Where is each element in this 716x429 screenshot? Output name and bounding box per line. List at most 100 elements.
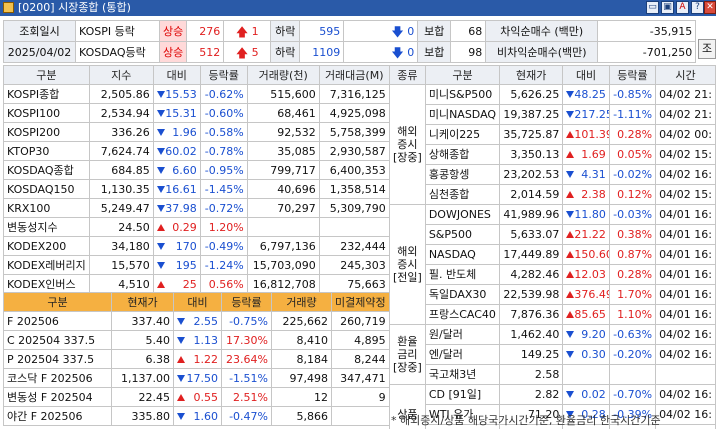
column-header[interactable]: 현재가	[111, 292, 174, 312]
table-row[interactable]: KOSDAQ150 1,130.35 16.61 -1.45% 40,696 1,358,…	[3, 179, 390, 199]
table-row[interactable]: 필. 반도체 4,282.46 12.03 0.28% 04/01 16:	[390, 264, 716, 285]
column-header[interactable]: 미결제약정	[331, 292, 390, 312]
column-header[interactable]: 등락률	[221, 292, 272, 312]
arrow-down-icon: 🡇	[391, 45, 404, 60]
table-row[interactable]: 심천종합 2,014.59 2.38 0.12% 04/02 15:	[390, 184, 716, 205]
column-header[interactable]: 지수	[88, 65, 154, 85]
table-row[interactable]: 변동성지수 24.50 0.29 1.20%	[3, 217, 390, 237]
table-row[interactable]: KOSPI100 2,534.94 15.31 -0.60% 68,461 4,925,0…	[3, 103, 390, 123]
contract-rate: 17.30%	[221, 330, 272, 350]
table-row[interactable]: 상해종합 3,350.13 1.69 0.05% 04/02 15:	[390, 144, 716, 165]
index-value: 24.50	[88, 217, 154, 237]
table-row[interactable]: P 202504 337.5 6.38 1.22 23.64% 8,184 8,244	[3, 349, 390, 369]
market-price: 5,626.25	[499, 84, 564, 105]
table-row[interactable]: 프랑스CAC40 7,876.36 85.65 1.10% 04/01 16:	[390, 304, 716, 325]
table-row[interactable]: KRX100 5,249.47 37.98 -0.72% 70,297 5,309,790	[3, 198, 390, 218]
index-value: 1,130.35	[88, 179, 154, 199]
table-row[interactable]: 변동성 F 202504 22.45 0.55 2.51% 12 9	[3, 387, 390, 407]
table-row[interactable]: 미니NASDAQ 19,387.25 217.25 -1.11% 04/02 21:	[390, 104, 716, 125]
table-row[interactable]: KOSPI200 336.26 1.96 -0.58% 92,532 5,758,399	[3, 122, 390, 142]
table-row[interactable]: KOSDAQ종합 684.85 6.60 -0.95% 799,717 6,400,353	[3, 160, 390, 180]
index-change-value: 1.96	[172, 125, 197, 139]
index-amount: 5,758,399	[318, 122, 390, 142]
table-row[interactable]: NASDAQ 17,449.89 150.60 0.87% 04/01 16:	[390, 244, 716, 265]
index-rate: -0.62%	[199, 84, 248, 104]
arbitrage-value: -35,915	[597, 20, 697, 42]
footnote: * 해외증시/상품 해당국가시간기준, 환율금리 한국시간기준	[391, 414, 661, 427]
market-price: 22,539.98	[499, 284, 564, 305]
alert-icon[interactable]: A	[676, 1, 689, 14]
triangle-down-icon	[177, 317, 185, 325]
arbitrage-label: 차익순매수 (백만)	[485, 20, 599, 42]
non-arbitrage-label: 비차익순매수(백만)	[485, 41, 599, 63]
up-count: 276	[186, 20, 225, 42]
triangle-up-icon	[156, 223, 165, 231]
market-change-value: 0.30	[581, 348, 606, 361]
market-change: 11.80	[562, 204, 610, 225]
column-header[interactable]: 구분	[3, 292, 112, 312]
close-icon[interactable]: ✕	[704, 1, 716, 14]
market-price: 19,387.25	[499, 104, 564, 125]
table-row[interactable]: KODEX인버스 4,510 25 0.56% 16,812,708 75,663	[3, 274, 390, 294]
column-header[interactable]: 구분	[424, 65, 501, 85]
column-header[interactable]: 등락률	[608, 65, 657, 85]
column-header[interactable]: 거래량	[271, 292, 332, 312]
table-row[interactable]: 홍콩항셍 23,202.53 4.31 -0.02% 04/02 16:	[390, 164, 716, 185]
column-header[interactable]: 종류	[389, 65, 426, 85]
derivatives-table: 구분 현재가 대비 등락률 거래량 미결제약정 F 202506 337.40 2.55 -0.…	[3, 292, 390, 426]
contract-change: 1.22	[173, 349, 222, 369]
window-icon[interactable]: ▣	[661, 1, 674, 14]
column-header[interactable]: 구분	[3, 65, 90, 85]
table-row[interactable]: C 202504 337.5 5.40 1.13 17.30% 8,410 4,895	[3, 330, 390, 350]
market-change: 2.38	[562, 184, 610, 205]
column-header[interactable]: 현재가	[499, 65, 564, 85]
table-row[interactable]: KODEX200 34,180 170 -0.49% 6,797,136 232,444	[3, 236, 390, 256]
restore-icon[interactable]: ▭	[646, 1, 659, 14]
group-label: 환율 금리 [장중]	[389, 324, 426, 385]
down-label: 하락	[270, 20, 301, 42]
index-change-value: 170	[175, 239, 197, 253]
table-row[interactable]: 상품 CD [91일] 2.82 0.02 -0.70% 04/02 16:	[389, 384, 716, 429]
index-rate: -0.60%	[199, 103, 248, 123]
index-volume: 15,703,090	[246, 255, 320, 275]
query-button[interactable]: 조회	[698, 39, 716, 59]
market-name: 엔/달러	[424, 344, 501, 365]
column-header[interactable]: 대비	[173, 292, 222, 312]
table-row[interactable]: KOSPI종합 2,505.86 15.53 -0.62% 515,600 7,316,1…	[3, 84, 390, 104]
table-row[interactable]: 엔/달러 149.25 0.30 -0.20% 04/02 16:	[390, 344, 716, 365]
help-icon[interactable]: ?	[691, 1, 704, 14]
contract-rate: 23.64%	[221, 349, 272, 369]
table-row[interactable]: 독일DAX30 22,539.98 376.49 1.70% 04/01 16:	[390, 284, 716, 305]
table-row[interactable]: 해외 증시 [장중] 미니S&P500 5,626.25 48.25 -0.85% 04/02…	[389, 84, 716, 205]
table-row[interactable]: KODEX레버리지 15,570 195 -1.24% 15,703,090 245,30…	[3, 255, 390, 275]
column-header[interactable]: 등락률	[199, 65, 248, 85]
table-row[interactable]: S&P500 5,633.07 21.22 0.38% 04/01 16:	[390, 224, 716, 245]
table-row[interactable]: 환율 금리 [장중] 원/달러 1,462.40 9.20 -0.63% 04/02 16:	[389, 324, 716, 385]
column-header[interactable]: 거래대금(M)	[318, 65, 390, 85]
index-amount: 4,925,098	[318, 103, 390, 123]
table-row[interactable]: KTOP30 7,624.74 60.02 -0.78% 35,085 2,930,587	[3, 141, 390, 161]
table-row[interactable]: 니케이225 35,725.87 101.39 0.28% 04/02 00:	[390, 124, 716, 145]
contract-name: C 202504 337.5	[3, 330, 112, 350]
market-rate: 0.87%	[608, 244, 657, 265]
column-header[interactable]: 대비	[152, 65, 201, 85]
table-row[interactable]: 국고채3년 2.58	[390, 364, 716, 385]
column-header[interactable]: 시간	[655, 65, 716, 85]
contract-rate: 2.51%	[221, 387, 272, 407]
table-row[interactable]: F 202506 337.40 2.55 -0.75% 225,662 260,719	[3, 311, 390, 331]
index-rate: -0.58%	[199, 122, 248, 142]
table-row[interactable]: 해외 증시 [전일] DOWJONES 41,989.96 11.80 -0.03% 04/0…	[389, 204, 716, 325]
group-label-line: [장중]	[393, 151, 422, 164]
column-header[interactable]: 거래량(천)	[246, 65, 320, 85]
index-change: 6.60	[152, 160, 201, 180]
market-time	[655, 364, 716, 385]
market-change	[562, 364, 610, 385]
table-row[interactable]: 코스닥 F 202506 1,137.00 17.50 -1.51% 97,498 347…	[3, 368, 390, 388]
table-row[interactable]: 야간 F 202506 335.80 1.60 -0.47% 5,866	[3, 406, 390, 426]
breadth-market-label: KOSDAQ등락	[75, 41, 160, 63]
contract-volume: 97,498	[271, 368, 332, 388]
index-rate: -0.95%	[199, 160, 248, 180]
column-header[interactable]: 대비	[562, 65, 610, 85]
market-change: 48.25	[562, 84, 610, 105]
triangle-down-icon	[566, 351, 575, 358]
